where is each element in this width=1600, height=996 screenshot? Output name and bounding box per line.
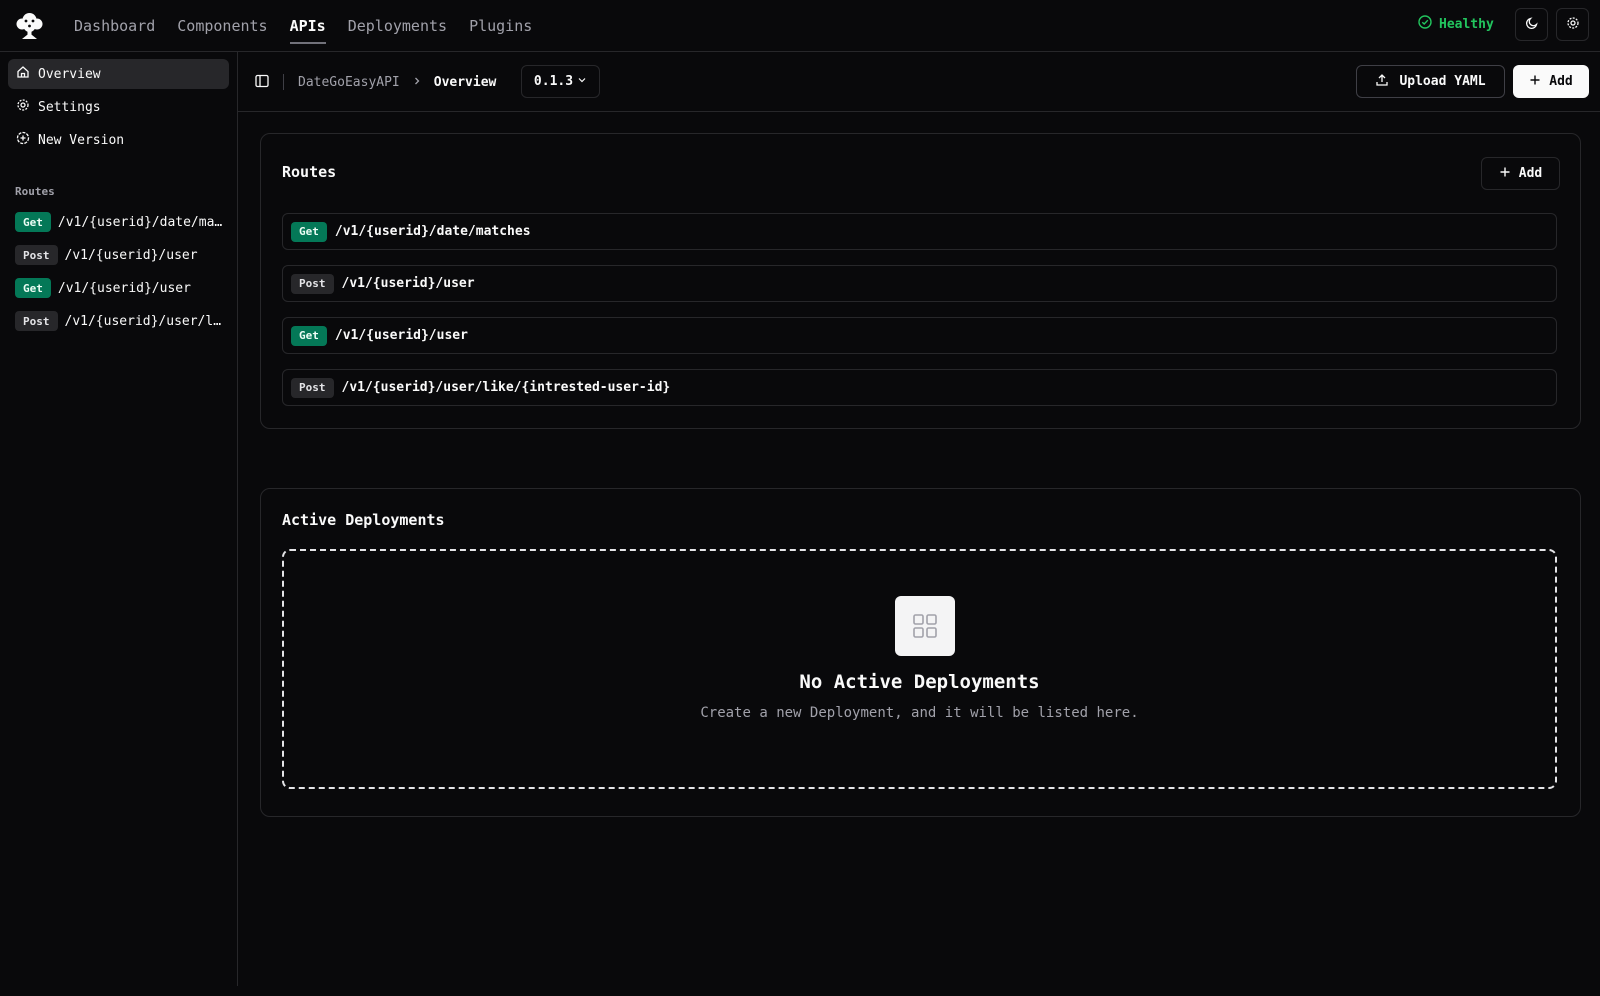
sidebar-item-overview[interactable]: Overview	[8, 59, 229, 89]
active-deployments-card: Active Deployments No Active Deployments…	[260, 488, 1581, 817]
nav-apis[interactable]: APIs	[289, 0, 326, 52]
health-status: Healthy	[1418, 15, 1494, 33]
route-path: /v1/{userid}/date/matches	[334, 224, 531, 239]
method-badge: Get	[15, 212, 51, 232]
gear-icon	[16, 98, 30, 116]
routes-card: Routes Add Get /v1/{userid}/date/matches…	[260, 133, 1581, 429]
route-path: /v1/{userid}/user/like/{intrested-user-i…	[341, 380, 671, 395]
nav-dashboard[interactable]: Dashboard	[74, 0, 155, 52]
breadcrumb-api[interactable]: DateGoEasyAPI	[298, 75, 400, 90]
route-path: /v1/{userid}/user/like/{intrested-user-i…	[64, 313, 226, 329]
method-badge: Post	[15, 311, 58, 331]
route-path: /v1/{userid}/user	[341, 276, 475, 291]
page-header: DateGoEasyAPI Overview 0.1.3 Upload YAML…	[238, 52, 1600, 112]
route-row[interactable]: Post /v1/{userid}/user	[282, 265, 1557, 302]
sidebar-item-label: New Version	[38, 132, 125, 148]
check-circle-icon	[1418, 15, 1432, 33]
panel-left-icon	[254, 74, 270, 93]
route-path: /v1/{userid}/user	[334, 328, 468, 343]
nav-components[interactable]: Components	[177, 0, 267, 52]
method-badge: Post	[291, 377, 334, 398]
routes-card-title: Routes	[282, 163, 337, 181]
route-row[interactable]: Post /v1/{userid}/user/like/{intrested-u…	[282, 369, 1557, 406]
chevron-right-icon	[412, 75, 422, 90]
sidebar-item-settings[interactable]: Settings	[8, 92, 229, 122]
upload-yaml-label: Upload YAML	[1399, 74, 1486, 89]
nav-plugins[interactable]: Plugins	[469, 0, 532, 52]
theme-toggle-button[interactable]	[1515, 8, 1548, 41]
route-row[interactable]: Get /v1/{userid}/date/matches	[282, 213, 1557, 250]
main-nav: Dashboard Components APIs Deployments Pl…	[74, 0, 532, 52]
sidebar-item-label: Settings	[38, 99, 101, 115]
gear-icon	[1566, 15, 1580, 34]
settings-button[interactable]	[1556, 8, 1589, 41]
method-badge: Post	[291, 273, 334, 294]
version-select[interactable]: 0.1.3	[521, 65, 600, 98]
route-row[interactable]: Get /v1/{userid}/user	[282, 317, 1557, 354]
method-badge: Get	[15, 278, 51, 298]
sidebar-route-item[interactable]: Get /v1/{userid}/date/matches	[15, 211, 225, 233]
method-badge: Post	[15, 245, 58, 265]
breadcrumb: DateGoEasyAPI Overview	[298, 52, 496, 112]
sidebar-toggle-button[interactable]	[254, 73, 270, 93]
add-route-label: Add	[1518, 166, 1543, 181]
add-route-button[interactable]: Add	[1481, 157, 1560, 190]
divider	[283, 74, 284, 90]
method-badge: Get	[291, 325, 327, 346]
sidebar-item-new-version[interactable]: New Version	[8, 125, 229, 155]
empty-state-subtitle: Create a new Deployment, and it will be …	[700, 705, 1139, 721]
add-label: Add	[1549, 74, 1573, 89]
plus-icon	[1499, 166, 1511, 182]
breadcrumb-current: Overview	[433, 74, 497, 90]
sidebar-item-label: Overview	[38, 66, 101, 82]
upload-icon	[1375, 73, 1389, 91]
sidebar: Overview Settings New Version Routes Get…	[0, 52, 238, 986]
top-navigation-bar: Dashboard Components APIs Deployments Pl…	[0, 0, 1600, 52]
sidebar-route-item[interactable]: Post /v1/{userid}/user	[15, 244, 225, 266]
add-button[interactable]: Add	[1513, 65, 1589, 98]
plus-circle-icon	[16, 131, 30, 149]
health-status-label: Healthy	[1439, 16, 1494, 32]
empty-state: No Active Deployments Create a new Deplo…	[282, 549, 1557, 789]
plus-icon	[1529, 74, 1541, 90]
method-badge: Get	[291, 221, 327, 242]
route-path: /v1/{userid}/user	[64, 247, 198, 263]
chevron-down-icon	[577, 74, 587, 89]
version-value: 0.1.3	[533, 74, 574, 89]
route-path: /v1/{userid}/user	[57, 280, 191, 296]
sidebar-route-item[interactable]: Get /v1/{userid}/user	[15, 277, 225, 299]
logo-icon[interactable]	[13, 9, 46, 42]
moon-icon	[1525, 15, 1539, 34]
upload-yaml-button[interactable]: Upload YAML	[1356, 65, 1505, 98]
sidebar-routes-heading: Routes	[15, 185, 55, 198]
empty-state-title: No Active Deployments	[799, 671, 1040, 693]
nav-deployments[interactable]: Deployments	[348, 0, 447, 52]
home-icon	[16, 65, 30, 83]
grid-icon	[895, 596, 955, 656]
sidebar-route-item[interactable]: Post /v1/{userid}/user/like/{intrested-u…	[15, 310, 225, 332]
route-path: /v1/{userid}/date/matches	[57, 214, 225, 230]
deployments-card-title: Active Deployments	[282, 511, 445, 529]
